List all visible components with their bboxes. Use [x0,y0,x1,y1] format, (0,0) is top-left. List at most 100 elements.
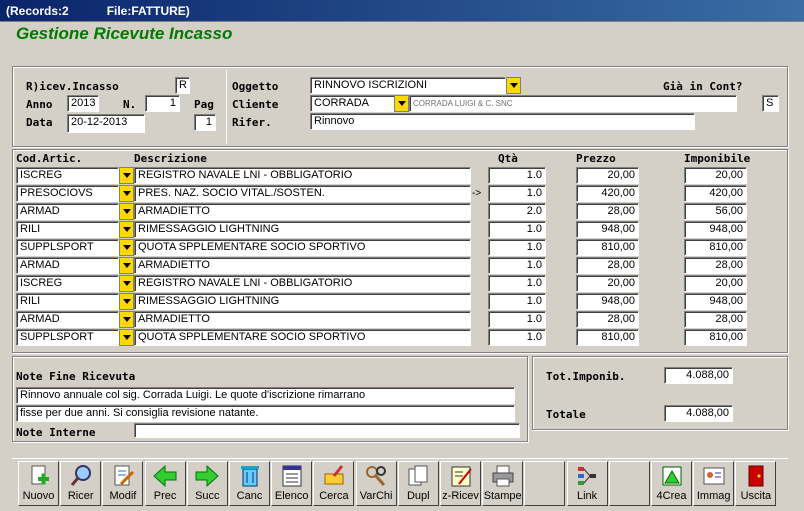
toolbar-button-succ[interactable]: Succ [186,461,228,506]
row-prezzo-field[interactable]: 28,00 [576,203,639,220]
toolbar-button-elenco[interactable]: Elenco [271,461,313,506]
row-imponibile-field: 20,00 [684,275,747,292]
row-qta-field[interactable]: 1.0 [488,311,546,328]
row-qta-field[interactable]: 1.0 [488,329,546,346]
row-prezzo-field[interactable]: 810,00 [576,329,639,346]
toolbar-button-label: Ricer [67,490,94,502]
row-desc-field[interactable]: QUOTA SPPLEMENTARE SOCIO SPORTIVO [134,329,471,346]
row-cod-field[interactable]: SUPPLSPORT [16,329,119,346]
toolbar-button-label: Succ [195,490,220,502]
row-cod-field[interactable]: RILI [16,221,119,238]
row-cod-dropdown-icon[interactable] [119,311,134,328]
note-fine-line2[interactable]: fisse per due anni. Si consiglia revisio… [16,405,515,422]
row-prezzo-field[interactable]: 20,00 [576,275,639,292]
row-cod-field[interactable]: ISCREG [16,275,119,292]
file-name: File:FATTURE) [106,4,190,18]
toolbar-button-label: Modif [109,490,137,502]
row-desc-field[interactable]: ARMADIETTO [134,311,471,328]
row-cod-field[interactable]: RILI [16,293,119,310]
row-imponibile-field: 948,00 [684,293,747,310]
toolbar-button-modif[interactable]: Modif [102,461,144,506]
row-cod-field[interactable]: ARMAD [16,203,119,220]
row-prezzo-field[interactable]: 948,00 [576,293,639,310]
row-cod-field[interactable]: PRESOCIOVS [16,185,119,202]
rifer-field[interactable]: Rinnovo [310,113,695,130]
data-field[interactable]: 20-12-2013 [67,114,145,133]
row-imponibile-field: 420,00 [684,185,747,202]
row-desc-field[interactable]: QUOTA SPPLEMENTARE SOCIO SPORTIVO [134,239,471,256]
row-prezzo-field[interactable]: 20,00 [576,167,639,184]
toolbar-button-cerca[interactable]: Cerca [313,461,355,506]
toolbar-button-canc[interactable]: Canc [229,461,270,506]
anno-field[interactable]: 2013 [67,95,99,112]
row-qta-field[interactable]: 1.0 [488,293,546,310]
toolbar: Nuovo Ricer Modif Prec Succ Canc Elenco Cerca Va… [12,458,788,508]
row-prezzo-field[interactable]: 28,00 [576,257,639,274]
toolbar-button-prec[interactable]: Prec [144,461,186,506]
row-prezzo-field[interactable]: 420,00 [576,185,639,202]
row-qta-field[interactable]: 1.0 [488,167,546,184]
row-cod-dropdown-icon[interactable] [119,185,134,202]
tot-imponib-field: 4.088,00 [664,367,733,384]
pag-field[interactable]: 1 [194,114,216,131]
note-fine-label: Note Fine Ricevuta [16,370,136,383]
toolbar-button-varchi[interactable]: VarChi [355,461,397,506]
row-desc-field[interactable]: ARMADIETTO [134,203,471,220]
cliente-code-field[interactable]: CORRADA [310,95,396,112]
row-cod-field[interactable]: ARMAD [16,257,119,274]
row-prezzo-field[interactable]: 948,00 [576,221,639,238]
oggetto-dropdown-icon[interactable] [506,77,521,94]
row-prezzo-field[interactable]: 810,00 [576,239,639,256]
toolbar-button-label: Elenco [274,490,309,502]
row-cod-field[interactable]: ARMAD [16,311,119,328]
row-qta-field[interactable]: 1.0 [488,185,546,202]
row-desc-field[interactable]: RIMESSAGGIO LIGHTNING [134,221,471,238]
toolbar-button-link[interactable]: Link [566,461,608,506]
toolbar-button-z-ricev[interactable]: z-Ricev [440,461,481,506]
row-cod-dropdown-icon[interactable] [119,203,134,220]
receipt-icon [448,464,474,488]
row-cod-dropdown-icon[interactable] [119,275,134,292]
row-cod-dropdown-icon[interactable] [119,329,134,346]
row-qta-field[interactable]: 1.0 [488,221,546,238]
row-cod-field[interactable]: ISCREG [16,167,119,184]
row-cod-dropdown-icon[interactable] [119,167,134,184]
tot-imponib-label: Tot.Imponib. [546,370,626,383]
keys-icon [363,464,389,488]
row-prezzo-field[interactable]: 28,00 [576,311,639,328]
toolbar-button-immag[interactable]: Immag [693,461,735,506]
note-interne-field[interactable] [134,423,520,438]
edit-document-icon [110,464,136,488]
cliente-dropdown-icon[interactable] [394,95,409,112]
toolbar-button-dupl[interactable]: Dupl [397,461,439,506]
toolbar-button-stampe[interactable]: Stampe [482,461,524,506]
n-field[interactable]: 1 [145,95,180,112]
row-cod-dropdown-icon[interactable] [119,221,134,238]
gia-in-cont-field[interactable]: S [762,95,779,112]
page-title: Gestione Ricevute Incasso [16,24,233,43]
row-qta-field[interactable]: 1.0 [488,275,546,292]
row-qta-field[interactable]: 1.0 [488,257,546,274]
toolbar-button-ricer[interactable]: Ricer [60,461,102,506]
row-desc-field[interactable]: PRES. NAZ. SOCIO VITAL./SOSTEN. [134,185,471,202]
row-desc-field[interactable]: RIMESSAGGIO LIGHTNING [134,293,471,310]
row-desc-field[interactable]: REGISTRO NAVALE LNI - OBBLIGATORIO [134,167,471,184]
row-qta-field[interactable]: 2.0 [488,203,546,220]
row-desc-field[interactable]: REGISTRO NAVALE LNI - OBBLIGATORIO [134,275,471,292]
note-fine-line1[interactable]: Rinnovo annuale col sig. Corrada Luigi. … [16,387,515,404]
create-icon [659,464,685,488]
oggetto-field[interactable]: RINNOVO ISCRIZIONI [310,77,506,94]
row-desc-field[interactable]: ARMADIETTO [134,257,471,274]
toolbar-button-4crea[interactable]: 4Crea [651,461,692,506]
n-label: N. [123,98,137,111]
row-cod-dropdown-icon[interactable] [119,293,134,310]
anno-label: Anno [26,98,53,111]
cliente-name-field: CORRADA LUIGI & C. SNC [409,95,737,112]
row-qta-field[interactable]: 1.0 [488,239,546,256]
toolbar-button-uscita[interactable]: Uscita [735,461,777,506]
row-cod-dropdown-icon[interactable] [119,257,134,274]
row-cod-dropdown-icon[interactable] [119,239,134,256]
ricev-field[interactable]: R [175,77,190,94]
toolbar-button-nuovo[interactable]: Nuovo [18,461,59,506]
row-cod-field[interactable]: SUPPLSPORT [16,239,119,256]
